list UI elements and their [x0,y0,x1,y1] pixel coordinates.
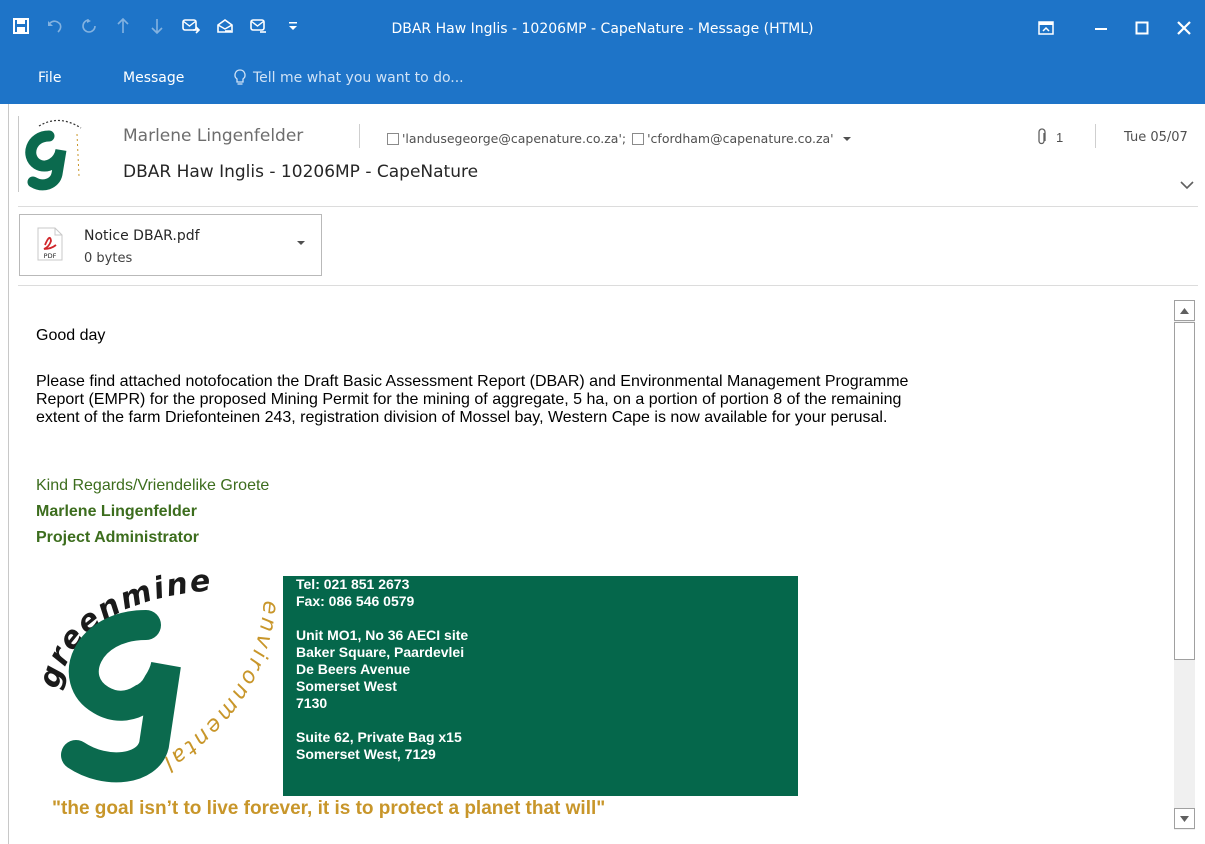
contact-address-line: Baker Square, Paardevlei [296,644,465,660]
received-date: Tue 05/07 [1124,130,1188,145]
attachment-dropdown-icon[interactable] [296,239,306,247]
tell-me-text: Tell me what you want to do... [253,70,464,86]
recipients-dropdown-icon[interactable] [842,135,852,143]
paperclip-icon [1038,128,1046,145]
signature-contact-box: Tel: 021 851 2673 Fax: 086 546 0579 Unit… [283,576,798,796]
lightbulb-icon [234,69,246,85]
tell-me-search[interactable]: Tell me what you want to do... [233,69,464,87]
contact-address-line: De Beers Avenue [296,661,411,677]
ribbon-display-options-icon[interactable] [1028,14,1064,42]
attachment-item[interactable]: PDF Notice DBAR.pdf 0 bytes [19,214,322,276]
paragraph-line: Please find attached notofocation the Dr… [36,373,909,390]
contact-address-line: 7130 [296,695,328,711]
expand-header-icon[interactable] [1178,178,1196,192]
header-separator [1095,124,1096,148]
ribbon-tabs: File Message Tell me what you want to do… [0,56,1205,104]
scroll-up-icon[interactable] [1174,300,1195,321]
signoff: Kind Regards/Vriendelike Groete [36,477,270,494]
paragraph-line: extent of the farm Driefonteinen 243, re… [36,409,888,426]
recipient-2[interactable]: 'cfordham@capenature.co.za' [647,131,834,146]
close-icon[interactable] [1166,14,1202,42]
svg-text:PDF: PDF [44,252,57,260]
attachment-count: 1 [1036,128,1063,146]
attachment-size: 0 bytes [84,251,133,266]
message-subject: DBAR Haw Inglis - 10206MP - CapeNature [123,162,479,182]
header-divider [18,206,1198,207]
attachment-divider [18,285,1198,286]
window-title: DBAR Haw Inglis - 10206MP - CapeNature -… [391,21,814,37]
greeting: Good day [36,327,106,344]
minimize-icon[interactable] [1083,14,1119,42]
scroll-down-icon[interactable] [1174,808,1195,829]
attachment-count-value: 1 [1056,129,1064,145]
pane-divider [8,104,9,844]
signature-name: Marlene Lingenfelder [36,503,197,520]
attachment-name: Notice DBAR.pdf [84,228,200,244]
paragraph-line: Report (EMPR) for the proposed Mining Pe… [36,391,902,408]
recipient-1[interactable]: 'landusegeorge@capenature.co.za'; [402,131,626,146]
scrollbar-thumb[interactable] [1174,322,1195,660]
recipients-list[interactable]: 'landusegeorge@capenature.co.za'; 'cford… [387,131,852,146]
vertical-scrollbar[interactable] [1174,300,1195,830]
contact-address-line: Unit MO1, No 36 AECI site [296,627,469,643]
tab-message[interactable]: Message [123,70,184,86]
signature-quote: "the goal isn’t to live forever, it is t… [52,798,606,819]
recipient-checkbox[interactable] [632,132,645,145]
contact-address-line: Somerset West [296,678,397,694]
message-paragraph: Please find attached notofocation the Dr… [36,373,1146,427]
sender-name[interactable]: Marlene Lingenfelder [123,126,303,146]
maximize-icon[interactable] [1124,14,1160,42]
contact-postal-line: Suite 62, Private Bag x15 [296,729,462,745]
contact-fax: Fax: 086 546 0579 [296,593,415,609]
header-separator [359,124,360,148]
greenmined-logo: greenmined environmental [24,543,280,790]
sender-avatar [18,116,101,192]
title-bar: DBAR Haw Inglis - 10206MP - CapeNature -… [0,0,1205,56]
contact-tel: Tel: 021 851 2673 [296,576,410,592]
pdf-file-icon: PDF [37,227,63,261]
recipient-checkbox[interactable] [387,132,399,145]
signature-role: Project Administrator [36,529,199,546]
tab-file[interactable]: File [38,70,61,86]
contact-postal-line: Somerset West, 7129 [296,746,436,762]
